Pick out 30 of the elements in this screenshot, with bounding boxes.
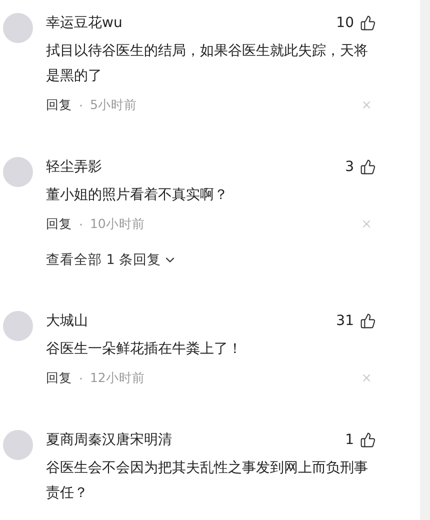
- like-count: 1: [345, 432, 354, 448]
- username: 幸运豆花wu: [46, 14, 124, 32]
- separator-dot: ·: [79, 98, 83, 112]
- comment-text: 谷医生一朵鲜花插在牛粪上了！: [46, 340, 243, 359]
- timestamp: 10小时前: [90, 216, 146, 232]
- username: 夏商周秦汉唐宋明清: [46, 431, 173, 449]
- avatar: [3, 311, 33, 341]
- avatar: [3, 157, 33, 187]
- comment-text: 董小姐的照片看着不真实啊？: [46, 186, 229, 205]
- separator-dot: ·: [79, 216, 83, 232]
- like-count: 3: [345, 159, 354, 175]
- timestamp: 5小时前: [90, 96, 138, 114]
- username: 大城山: [46, 312, 89, 330]
- like-count: 31: [336, 313, 354, 329]
- avatar: [3, 13, 33, 43]
- reply-link[interactable]: 回复: [46, 96, 72, 114]
- separator-dot: ·: [79, 370, 83, 386]
- view-replies-link[interactable]: 查看全部 1 条回复: [46, 251, 178, 269]
- comment-text: 拭目以待谷医生的结局，如果谷医生就此失踪，天将是黑的了: [46, 42, 369, 86]
- reply-link[interactable]: 回复: [46, 370, 72, 386]
- username: 轻尘弄影: [46, 158, 103, 176]
- reply-link[interactable]: 回复: [46, 216, 72, 232]
- timestamp: 12小时前: [90, 370, 146, 386]
- thumbs-up-icon[interactable]: [360, 159, 376, 175]
- comment-text: 谷医生会不会因为把其夫乱性之事发到网上而负刑事责任？: [46, 459, 369, 503]
- like-count: 10: [336, 15, 354, 31]
- thumbs-up-icon[interactable]: [360, 15, 376, 31]
- thumbs-up-icon[interactable]: [360, 432, 376, 448]
- avatar: [3, 430, 33, 460]
- thumbs-up-icon[interactable]: [360, 313, 376, 329]
